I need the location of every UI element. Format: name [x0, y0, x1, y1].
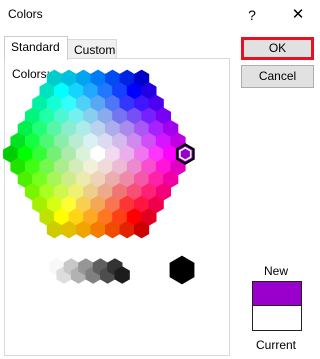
cancel-button[interactable]: Cancel — [241, 65, 314, 88]
selected-color-highlight[interactable] — [179, 146, 192, 162]
color-preview — [252, 281, 302, 331]
tab-standard[interactable]: Standard — [4, 36, 68, 60]
ok-button[interactable]: OK — [241, 37, 314, 60]
black-swatch[interactable] — [169, 255, 195, 285]
new-color-label: New — [264, 264, 289, 278]
current-color-label: Current — [256, 338, 297, 352]
new-color-swatch — [253, 282, 301, 306]
